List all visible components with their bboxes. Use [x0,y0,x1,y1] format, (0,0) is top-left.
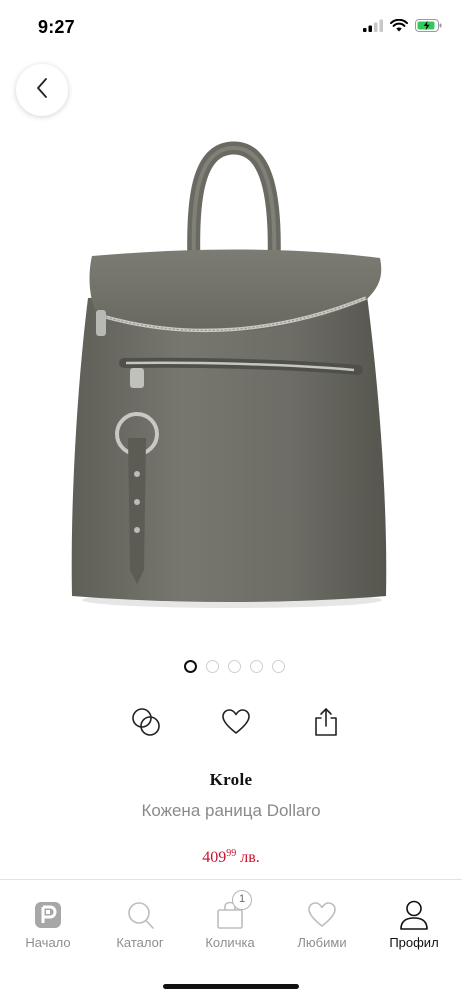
tab-catalog-label: Каталог [116,935,164,950]
status-bar: 9:27 [0,0,462,56]
price-cents: 99 [226,848,237,859]
tab-cart[interactable]: 1 Количка [184,880,276,960]
tab-profile-label: Профил [389,935,439,950]
tab-cart-label: Количка [205,935,255,950]
chevron-left-icon [35,77,49,104]
product-image[interactable] [66,138,398,618]
product-name: Кожена раница Dollaro [141,801,321,820]
share-button[interactable] [306,704,346,744]
compare-circles-icon [130,706,162,743]
compare-button[interactable] [126,704,166,744]
bottom-tab-bar: Начало Каталог 1 Количка Любими Профил [0,879,462,999]
heart-icon [221,708,251,741]
tab-home[interactable]: Начало [2,880,94,960]
tab-catalog[interactable]: Каталог [94,880,186,960]
status-icons [363,18,442,37]
price-main: 409 [202,849,227,866]
battery-icon [415,19,442,37]
home-logo-icon [30,898,66,932]
signal-icon [363,19,383,37]
profile-icon [396,898,432,932]
cart-badge: 1 [232,890,252,910]
carousel-dot-1[interactable] [183,660,197,673]
product-price: 40999 лв. [0,848,462,867]
share-icon [313,707,339,742]
home-indicator [163,984,299,989]
cart-bag-icon: 1 [212,890,252,932]
tab-home-label: Начало [25,935,71,950]
carousel-dot-5[interactable] [271,660,285,673]
carousel-dot-4[interactable] [249,660,263,673]
tab-favorites[interactable]: Любими [276,880,368,960]
carousel-dot-3[interactable] [227,660,241,673]
tab-profile[interactable]: Профил [368,880,460,960]
carousel-dot-2[interactable] [205,660,219,673]
favorite-button[interactable] [216,704,256,744]
status-time: 9:27 [38,17,75,37]
product-brand[interactable]: Krole [0,770,462,790]
price-currency: лв. [240,849,260,866]
image-carousel-dots [0,660,462,673]
tab-favorites-label: Любими [297,935,347,950]
back-button[interactable] [16,64,68,116]
heart-icon [304,898,340,932]
product-actions [0,704,462,744]
wifi-icon [390,18,408,37]
search-icon [122,898,158,932]
